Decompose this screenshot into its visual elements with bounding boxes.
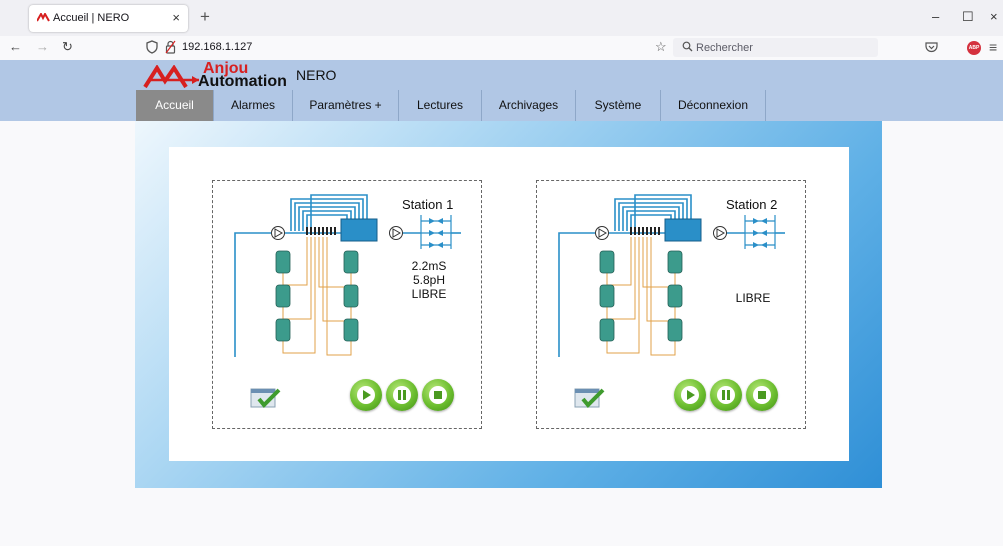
tab-close-icon[interactable]: × <box>172 10 180 25</box>
new-tab-button[interactable]: + <box>200 7 210 27</box>
station-card: Station 2 LIBRE <box>536 180 806 429</box>
tab-title: Accueil | NERO <box>53 12 130 24</box>
search-icon <box>682 41 693 52</box>
menu-item-accueil[interactable]: Accueil <box>136 90 214 121</box>
site-favicon-icon <box>37 13 50 22</box>
url-field[interactable]: 192.168.1.127 <box>182 41 252 53</box>
menu-item-archivages[interactable]: Archivages <box>482 90 576 121</box>
menu-item-lectures[interactable]: Lectures <box>399 90 482 121</box>
station-title: Station 2 <box>726 197 778 212</box>
logo-mark-icon <box>143 65 199 89</box>
station-title: Station 1 <box>402 197 454 212</box>
menu-item-parametres[interactable]: Paramètres + <box>293 90 399 121</box>
dashboard-frame: Station 1 2.2mS 5.8pH LIBRE Station 2 LI… <box>135 121 882 488</box>
validate-checkmark-icon[interactable] <box>250 385 282 409</box>
stop-icon <box>753 386 771 404</box>
validate-checkmark-icon[interactable] <box>574 385 606 409</box>
stop-button[interactable] <box>746 379 778 411</box>
search-placeholder: Rechercher <box>696 42 753 54</box>
pause-icon <box>717 386 735 404</box>
logo-text-automation: Automation <box>198 73 287 90</box>
pause-icon <box>393 386 411 404</box>
browser-tab[interactable]: Accueil | NERO × <box>29 5 188 32</box>
bookmark-star-icon[interactable]: ☆ <box>655 39 667 55</box>
stations-panel: Station 1 2.2mS 5.8pH LIBRE Station 2 LI… <box>169 147 849 461</box>
play-icon <box>681 386 699 404</box>
menu-item-systeme[interactable]: Système <box>576 90 661 121</box>
hamburger-menu-icon[interactable]: ≡ <box>989 39 997 55</box>
maximize-button[interactable]: ☐ <box>962 9 974 25</box>
station-status: LIBRE <box>735 291 771 305</box>
browser-navbar: ← → ↻ 192.168.1.127 ☆ Rechercher ABP ≡ <box>0 36 1003 61</box>
station-card: Station 1 2.2mS 5.8pH LIBRE <box>212 180 482 429</box>
station-conductivity: 2.2mS <box>411 259 447 273</box>
minimize-button[interactable]: – <box>932 9 939 24</box>
pause-button[interactable] <box>386 379 418 411</box>
stop-button[interactable] <box>422 379 454 411</box>
menu-item-deconnexion[interactable]: Déconnexion <box>661 90 766 121</box>
back-button[interactable]: ← <box>9 39 22 54</box>
browser-search-field[interactable]: Rechercher <box>673 38 878 57</box>
play-icon <box>357 386 375 404</box>
app-title: NERO <box>296 67 337 83</box>
play-button[interactable] <box>674 379 706 411</box>
shield-icon[interactable] <box>146 40 158 54</box>
main-menu: Accueil Alarmes Paramètres + Lectures Ar… <box>136 90 766 121</box>
lock-icon[interactable] <box>165 40 176 54</box>
stop-icon <box>429 386 447 404</box>
play-button[interactable] <box>350 379 382 411</box>
menu-item-alarmes[interactable]: Alarmes <box>214 90 293 121</box>
station-status: LIBRE <box>411 287 447 301</box>
station-ph: 5.8pH <box>412 273 446 287</box>
pause-button[interactable] <box>710 379 742 411</box>
browser-tabbar: Accueil | NERO × + – ☐ × <box>0 0 1003 36</box>
reload-button[interactable]: ↻ <box>62 39 73 55</box>
close-window-button[interactable]: × <box>990 9 998 24</box>
pocket-icon[interactable] <box>925 41 938 53</box>
forward-button[interactable]: → <box>36 39 49 54</box>
adblock-icon[interactable]: ABP <box>967 41 981 55</box>
